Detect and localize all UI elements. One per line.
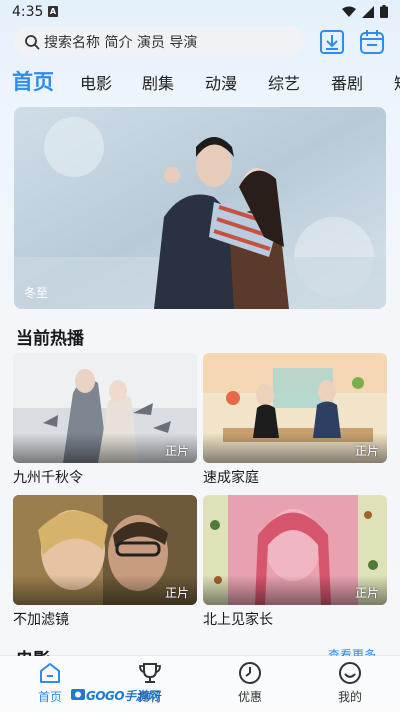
tab-movie[interactable]: 电影	[80, 70, 112, 94]
smiley-icon	[339, 662, 361, 684]
nav-profile[interactable]: 我的	[320, 660, 380, 705]
list-item[interactable]: 正片 北上见家长	[203, 495, 387, 629]
nav-discount[interactable]: 优惠	[220, 660, 280, 705]
status-icons	[342, 5, 388, 18]
tab-anime[interactable]: 动漫	[205, 70, 237, 94]
nav-label: 我的	[337, 690, 362, 704]
tab-short[interactable]: 短	[394, 70, 400, 94]
watermark-icon	[71, 689, 85, 700]
tab-bangumi[interactable]: 番剧	[331, 70, 363, 94]
search-input[interactable]: 搜索名称 简介 演员 导演	[14, 26, 304, 58]
poster-thumbnail: 正片	[203, 495, 387, 605]
tab-series[interactable]: 剧集	[142, 70, 174, 94]
trophy-icon	[139, 663, 161, 683]
notification-icon: A	[48, 6, 58, 17]
calendar-icon[interactable]	[358, 28, 386, 56]
bottom-nav: 首页 排行 优惠 我的	[0, 656, 400, 712]
hero-banner[interactable]: 冬至	[14, 107, 386, 309]
status-badge: 正片	[164, 444, 189, 458]
banner-image	[14, 107, 386, 309]
wifi-icon	[342, 6, 356, 17]
poster-thumbnail: 正片	[203, 353, 387, 463]
home-icon	[40, 663, 60, 683]
item-title: 北上见家长	[203, 612, 273, 628]
nav-label: 优惠	[237, 690, 262, 704]
download-icon[interactable]	[318, 28, 346, 56]
status-bar: 4:35 A	[0, 0, 400, 24]
item-title: 速成家庭	[203, 470, 259, 486]
category-tabs: 首页 电影 剧集 动漫 综艺 番剧 短	[0, 64, 400, 100]
signal-icon	[362, 5, 374, 18]
status-time: 4:35	[12, 4, 44, 20]
section-title-hot: 当前热播	[16, 329, 84, 349]
battery-icon	[380, 5, 388, 18]
clock-icon	[239, 662, 261, 684]
watermark-logo: GOGO手游网	[70, 684, 159, 706]
item-title: 不加滤镜	[13, 612, 69, 628]
status-badge: 正片	[354, 586, 379, 600]
poster-thumbnail: 正片	[13, 353, 197, 463]
list-item[interactable]: 正片 速成家庭	[203, 353, 387, 487]
tab-variety[interactable]: 综艺	[268, 70, 300, 94]
poster-thumbnail: 正片	[13, 495, 197, 605]
status-badge: 正片	[164, 586, 189, 600]
status-badge: 正片	[354, 444, 379, 458]
list-item[interactable]: 正片 九州千秋令	[13, 353, 197, 487]
banner-label: 冬至	[24, 286, 49, 300]
list-item[interactable]: 正片 不加滤镜	[13, 495, 197, 629]
tab-home[interactable]: 首页	[12, 66, 54, 96]
search-icon	[25, 35, 40, 50]
search-placeholder: 搜索名称 简介 演员 导演	[44, 35, 198, 51]
watermark-text: GOGO手游网	[86, 688, 159, 703]
item-title: 九州千秋令	[13, 470, 83, 486]
